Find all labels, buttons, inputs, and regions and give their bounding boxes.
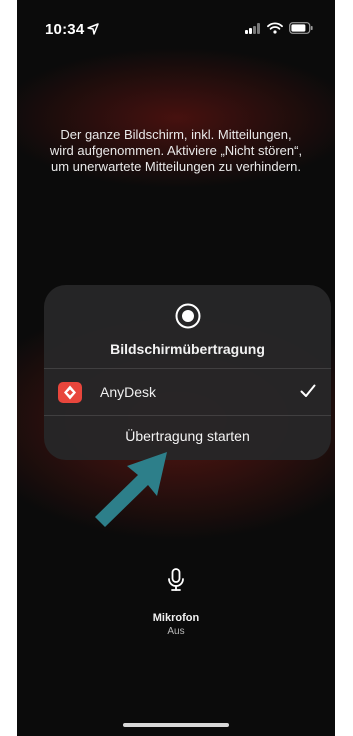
annotation-arrow — [95, 452, 167, 527]
microphone-icon — [168, 568, 184, 591]
home-indicator[interactable] — [123, 723, 229, 727]
status-icons — [245, 22, 313, 34]
sheet-title: Bildschirmübertragung — [110, 341, 265, 357]
microphone-state: Aus — [167, 626, 185, 637]
broadcast-sheet: Bildschirmübertragung AnyDesk Übertragun… — [44, 285, 331, 460]
location-arrow-icon — [87, 23, 99, 35]
status-time: 10:34 — [45, 21, 85, 38]
battery-icon — [289, 22, 313, 34]
signal-icon — [245, 22, 260, 34]
app-row-anydesk[interactable]: AnyDesk — [44, 368, 331, 416]
screen-broadcast-screen: 10:34 Der ganze Bildschirm, inkl. Mittei… — [17, 0, 335, 736]
recording-info-text: Der ganze Bildschirm, inkl. Mitteilungen… — [49, 127, 303, 174]
microphone-label: Mikrofon — [152, 612, 200, 624]
anydesk-icon — [58, 382, 82, 403]
status-bar: 10:34 — [17, 0, 335, 46]
checkmark-icon — [300, 384, 316, 397]
app-label: AnyDesk — [100, 384, 157, 400]
wifi-icon — [267, 22, 283, 34]
microphone-toggle[interactable]: Mikrofon Aus — [17, 568, 335, 637]
record-icon — [175, 303, 201, 329]
